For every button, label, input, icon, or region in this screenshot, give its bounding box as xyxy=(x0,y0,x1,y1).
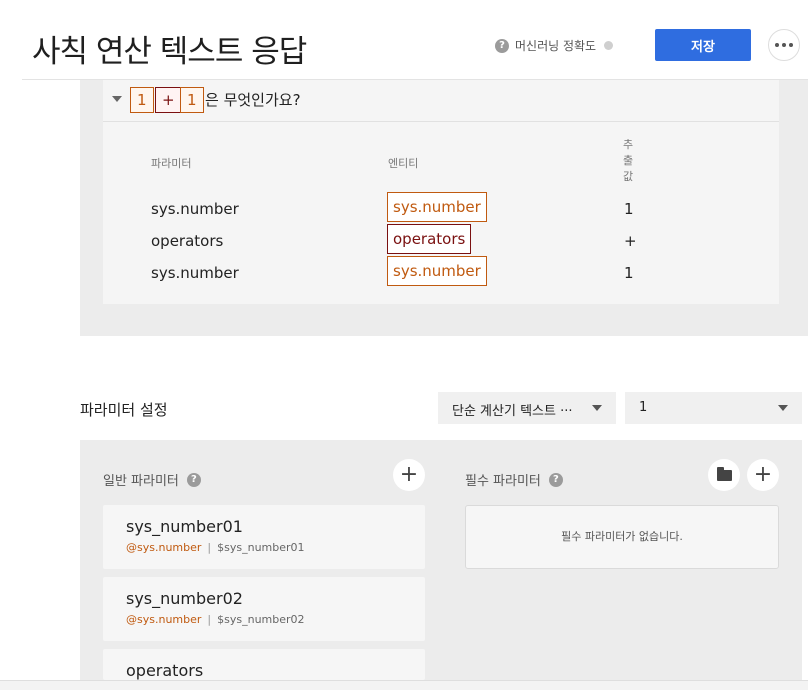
help-icon[interactable]: ? xyxy=(548,472,563,487)
utterance-token-number[interactable]: 1 xyxy=(130,87,154,113)
param-variable: $sys_number01 xyxy=(217,541,305,554)
response-select-value: 단순 계산기 텍스트 ··· xyxy=(452,404,573,419)
col-header-extracted-value: 추 출 값 xyxy=(623,138,634,183)
param-entity: @sys.number xyxy=(126,613,202,626)
required-params-title: 필수 파라미터 xyxy=(465,474,541,489)
table-row-value: + xyxy=(624,232,637,250)
response-select[interactable]: 단순 계산기 텍스트 ··· xyxy=(438,392,616,424)
param-meta: @sys.number | $sys_number01 xyxy=(126,541,305,554)
meta-separator: | xyxy=(207,613,212,626)
param-card[interactable]: operators xyxy=(103,649,425,680)
count-select[interactable]: 1 xyxy=(625,392,802,424)
more-options-button[interactable] xyxy=(768,29,800,61)
col-header-entity: 엔티티 xyxy=(388,157,419,170)
param-meta: @sys.number | $sys_number02 xyxy=(126,613,305,626)
param-name: sys_number02 xyxy=(126,589,243,608)
param-card[interactable]: sys_number01 @sys.number | $sys_number01 xyxy=(103,505,425,569)
help-icon[interactable]: ? xyxy=(495,38,509,53)
required-params-header: 필수 파라미터 ? xyxy=(465,470,563,489)
table-row-parameter: sys.number xyxy=(151,264,239,282)
folder-button[interactable] xyxy=(708,459,740,491)
chevron-down-icon xyxy=(592,405,602,411)
dot-icon xyxy=(775,43,779,47)
entity-tag[interactable]: sys.number xyxy=(387,256,487,286)
general-params-title: 일반 파라미터 xyxy=(103,474,179,489)
entity-tag[interactable]: operators xyxy=(387,224,472,254)
utterance-token-number[interactable]: 1 xyxy=(180,87,204,113)
header: 사칙 연산 텍스트 응답 ? 머신러닝 정확도 저장 xyxy=(0,0,808,80)
bottom-bar xyxy=(0,680,808,690)
dot-icon xyxy=(782,43,786,47)
page-title: 사칙 연산 텍스트 응답 xyxy=(32,34,307,70)
plus-icon: + xyxy=(753,462,773,487)
col-header-parameter: 파라미터 xyxy=(151,157,192,170)
save-button[interactable]: 저장 xyxy=(655,29,751,61)
help-icon[interactable]: ? xyxy=(186,472,201,487)
dot-icon xyxy=(789,43,793,47)
table-row-parameter: sys.number xyxy=(151,200,239,218)
entity-tag[interactable]: sys.number xyxy=(387,192,487,222)
plus-icon: + xyxy=(399,462,419,487)
count-select-value: 1 xyxy=(639,400,648,415)
add-required-parameter-button[interactable]: + xyxy=(747,459,779,491)
ml-accuracy-status: ? 머신러닝 정확도 xyxy=(495,37,614,54)
caret-down-icon[interactable] xyxy=(112,96,122,102)
add-parameter-button[interactable]: + xyxy=(393,459,425,491)
utterance-token-operator[interactable]: + xyxy=(155,87,182,113)
folder-icon xyxy=(716,466,732,481)
param-settings-title: 파라미터 설정 xyxy=(80,401,168,419)
param-name: operators xyxy=(126,661,204,680)
table-row-value: 1 xyxy=(624,200,634,218)
param-variable: $sys_number02 xyxy=(217,613,305,626)
table-row-value: 1 xyxy=(624,264,634,282)
general-params-header: 일반 파라미터 ? xyxy=(103,470,201,489)
param-card[interactable]: sys_number02 @sys.number | $sys_number02 xyxy=(103,577,425,641)
param-name: sys_number01 xyxy=(126,517,243,536)
meta-separator: | xyxy=(207,541,212,554)
status-dot-icon xyxy=(604,41,614,50)
required-params-empty: 필수 파라미터가 없습니다. xyxy=(465,505,779,569)
table-row-parameter: operators xyxy=(151,232,224,250)
param-entity: @sys.number xyxy=(126,541,202,554)
chevron-down-icon xyxy=(778,405,788,411)
page: 사칙 연산 텍스트 응답 ? 머신러닝 정확도 저장 1 + 1 은 무엇인가요… xyxy=(0,0,808,690)
utterance-text: 은 무엇인가요? xyxy=(205,91,301,109)
ml-accuracy-label: 머신러닝 정확도 xyxy=(515,39,597,53)
